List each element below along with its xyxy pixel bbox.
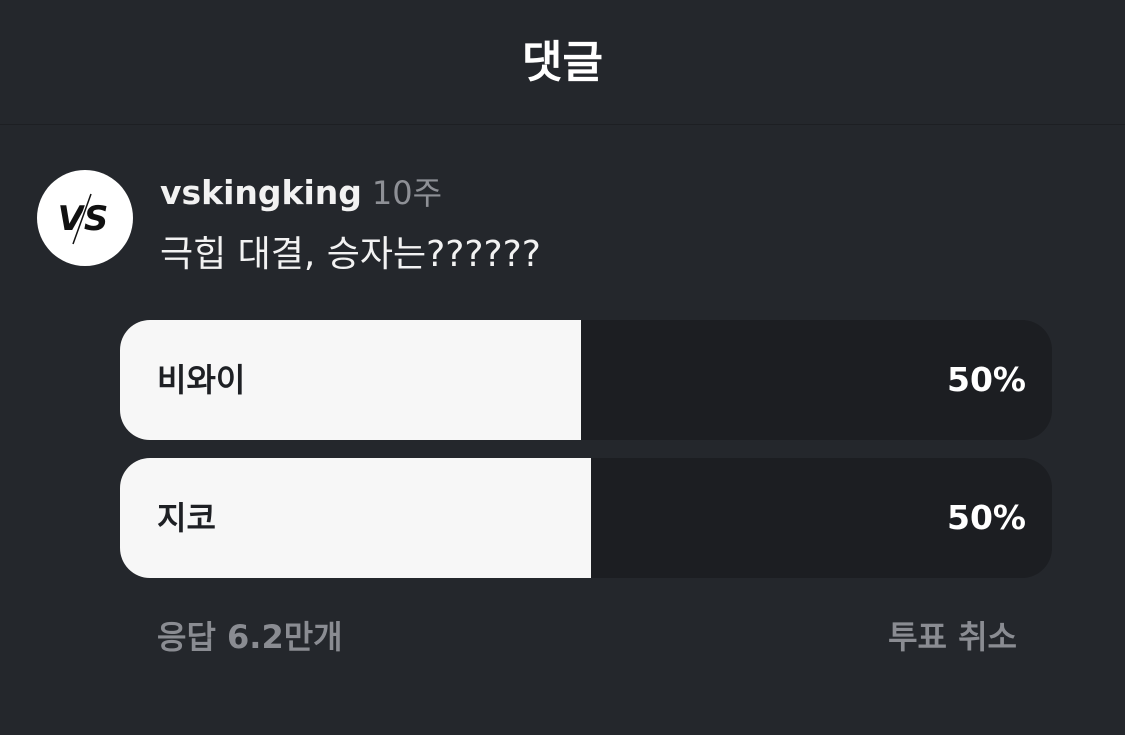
- vs-logo-icon: VS: [58, 193, 108, 245]
- avatar[interactable]: VS: [37, 170, 133, 266]
- response-count: 응답 6.2만개: [157, 618, 343, 656]
- comment-time: 10주: [371, 174, 443, 212]
- poll-option-label: 지코: [157, 499, 216, 537]
- username[interactable]: vskingking: [160, 173, 362, 212]
- page-title: 댓글: [522, 37, 603, 88]
- poll-option-label: 비와이: [157, 361, 246, 399]
- cancel-vote-button[interactable]: 투표 취소: [888, 612, 1017, 658]
- comment-meta: vskingking 10주: [160, 168, 442, 214]
- comment-text: 극힙 대결, 승자는??????: [160, 234, 541, 275]
- poll-option-percent: 50%: [947, 360, 1026, 399]
- header-bar: 댓글: [0, 0, 1125, 125]
- poll-option[interactable]: 지코 50%: [120, 458, 1052, 578]
- poll-option-percent: 50%: [947, 498, 1026, 537]
- poll-option[interactable]: 비와이 50%: [120, 320, 1052, 440]
